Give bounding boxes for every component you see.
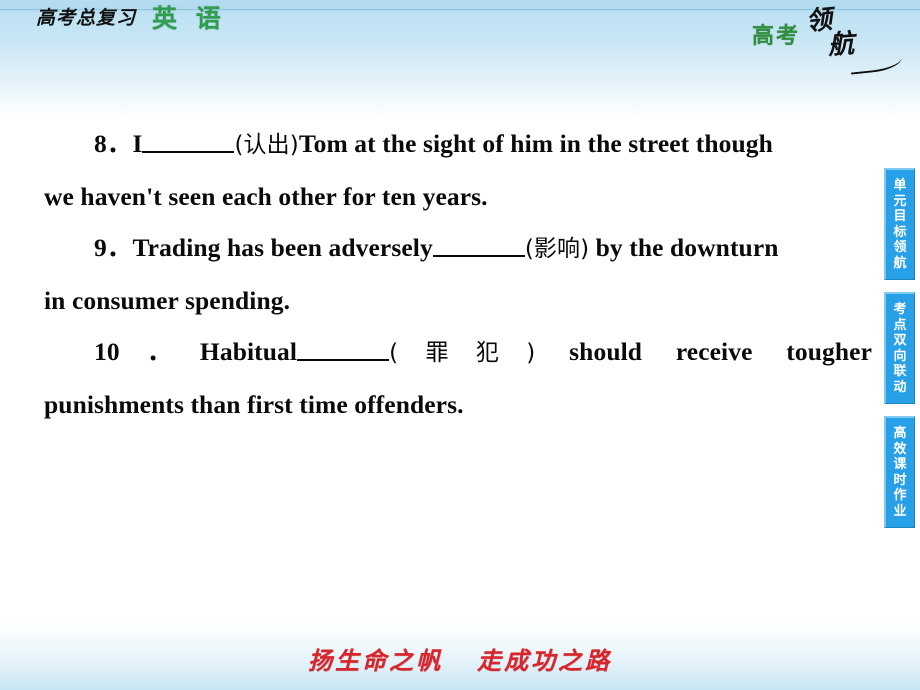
answer-blank[interactable] [297, 338, 390, 361]
question-segment-2: Tom at the sight of him in the street th… [298, 129, 773, 158]
question-number: 10． [94, 337, 200, 366]
logo-linghang-mark: 领 航 [805, 5, 903, 75]
sidebar-tab-unit-goal[interactable]: 单元目标领航 [884, 168, 915, 280]
question-segment-1: Habitual [199, 337, 298, 366]
question-hint-cn: (认出) [234, 132, 299, 158]
footer-slogan: 扬生命之帆 走成功之路 [0, 641, 920, 676]
sidebar-tab-label: 考点双向联动 [893, 302, 907, 395]
question-number: 8． [94, 129, 133, 158]
sidebar-tab-key-points[interactable]: 考点双向联动 [884, 292, 915, 404]
brand-subject: 英 语 [152, 4, 226, 33]
question-item: 10．Habitual (罪犯) should receive tougher [44, 326, 872, 379]
question-number: 9． [94, 233, 133, 262]
question-continuation: punishments than first time offenders. [44, 390, 464, 419]
footer-slogan-right: 走成功之路 [477, 647, 612, 675]
side-tab-group: 单元目标领航 考点双向联动 高效课时作业 [880, 168, 920, 540]
sidebar-tab-label: 高效课时作业 [893, 426, 907, 519]
sidebar-tab-homework[interactable]: 高效课时作业 [884, 416, 915, 528]
logo: 高考 领 航 [751, 5, 903, 75]
question-segment-1: I [132, 129, 143, 158]
question-continuation: we haven't seen each other for ten years… [44, 182, 488, 211]
answer-blank[interactable] [142, 130, 235, 153]
brand-title: 高考总复习 [36, 7, 137, 29]
question-item: 9．Trading has been adversely (影响) by the … [44, 222, 872, 275]
logo-swoosh-icon [849, 49, 903, 75]
sidebar-tab-label: 单元目标领航 [893, 178, 907, 271]
content-area: 8．I (认出)Tom at the sight of him in the st… [44, 118, 872, 430]
answer-blank[interactable] [432, 234, 525, 257]
slide-root: 高考总复习英 语 高考 领 航 8．I (认出)Tom at the sight … [0, 0, 920, 690]
question-hint-cn: (罪犯) [389, 340, 536, 366]
question-segment-2: by the downturn [589, 233, 779, 262]
footer-slogan-left: 扬生命之帆 [308, 647, 443, 675]
header-band: 高考总复习英 语 高考 领 航 [0, 0, 920, 118]
logo-gaokao-text: 高考 [751, 24, 800, 49]
question-continuation: in consumer spending. [44, 286, 291, 315]
question-hint-cn: (影响) [524, 236, 590, 262]
question-segment-2: should receive tougher [535, 337, 872, 366]
question-segment-1: Trading has been adversely [132, 233, 433, 262]
question-item: 8．I (认出)Tom at the sight of him in the st… [44, 118, 872, 171]
brand: 高考总复习英 语 [36, 6, 226, 31]
